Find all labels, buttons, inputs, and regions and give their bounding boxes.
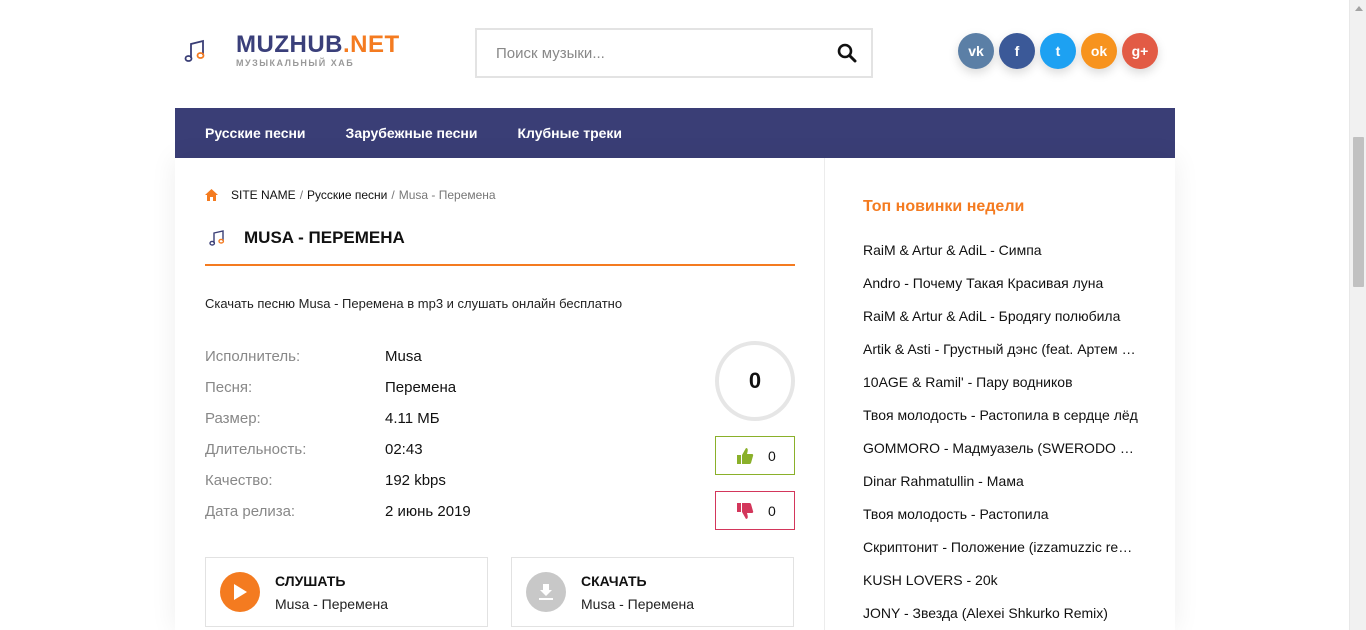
info-value: 4.11 МБ [385,410,440,427]
listen-button[interactable]: СЛУШАТЬ Musa - Перемена [205,557,488,627]
download-label: СКАЧАТЬ [581,573,647,589]
thumbs-down-icon [737,502,754,519]
home-icon[interactable] [205,189,218,201]
info-row: Исполнитель: Musa [205,348,471,379]
info-row: Песня: Перемена [205,379,471,410]
info-label: Длительность: [205,441,307,458]
facebook-icon[interactable]: f [999,33,1035,69]
list-item[interactable]: GOMMORO - Мадмуазель (SWERODO Remix) [863,440,1138,473]
music-note-icon [184,39,205,62]
like-button[interactable]: 0 [715,436,795,475]
nav-item-club-tracks[interactable]: Клубные треки [517,125,622,141]
list-item[interactable]: KUSH LOVERS - 20k [863,572,1138,605]
vk-icon[interactable]: vk [958,33,994,69]
list-item[interactable]: Скриптонит - Положение (izzamuzzic remix… [863,539,1138,572]
song-title-row: MUSA - ПЕРЕМЕНА [205,228,795,266]
logo-tld: .NET [342,31,400,58]
scroll-up-icon[interactable] [1350,0,1366,17]
site-header: MUZHUB.NET МУЗЫКАЛЬНЫЙ ХАБ vk f t ok g+ [175,0,1175,108]
search-box [475,28,873,78]
list-item[interactable]: Твоя молодость - Растопила [863,506,1138,539]
play-icon [220,572,260,612]
song-info: Исполнитель: Musa Песня: Перемена Размер: 4… [205,348,471,534]
search-input[interactable] [477,30,817,76]
breadcrumb-separator: / [391,188,395,202]
listen-label: СЛУШАТЬ [275,573,346,589]
dislike-count: 0 [768,502,776,519]
thumbs-up-icon [737,447,754,464]
info-label: Песня: [205,379,253,396]
song-description: Скачать песню Musa - Перемена в mp3 и сл… [205,296,623,311]
download-icon [526,572,566,612]
download-button[interactable]: СКАЧАТЬ Musa - Перемена [511,557,794,627]
logo-subtitle: МУЗЫКАЛЬНЫЙ ХАБ [236,58,355,68]
info-value: 02:43 [385,441,423,458]
list-item[interactable]: JONY - Звезда (Alexei Shkurko Remix) [863,605,1138,630]
main-nav: Русские песни Зарубежные песни Клубные т… [175,108,1175,158]
info-value: Musa [385,348,422,365]
search-icon[interactable] [837,43,857,63]
page-scrollbar[interactable] [1349,0,1366,630]
scrollbar-thumb[interactable] [1353,137,1364,287]
info-value: Перемена [385,379,457,396]
list-item[interactable]: Artik & Asti - Грустный дэнс (feat. Арте… [863,341,1138,374]
nav-item-russian-songs[interactable]: Русские песни [205,125,306,141]
info-row: Качество: 192 kbps [205,472,471,503]
list-item[interactable]: RaiM & Artur & AdiL - Бродягу полюбила [863,308,1138,341]
breadcrumb-separator: / [299,188,304,202]
info-row: Длительность: 02:43 [205,441,471,472]
info-label: Размер: [205,410,261,427]
list-item[interactable]: Dinar Rahmatullin - Мама [863,473,1138,506]
google-plus-icon[interactable]: g+ [1122,33,1158,69]
list-item[interactable]: 10AGE & Ramil' - Пару водников [863,374,1138,407]
social-links: vk f t ok g+ [958,33,1163,69]
listen-track: Musa - Перемена [275,596,389,612]
breadcrumb-site[interactable]: SITE NAME [231,188,296,202]
logo[interactable]: MUZHUB.NET МУЗЫКАЛЬНЫЙ ХАБ [182,33,400,68]
list-item[interactable]: Andro - Почему Такая Красивая луна [863,275,1138,308]
nav-item-foreign-songs[interactable]: Зарубежные песни [346,125,478,141]
info-row: Размер: 4.11 МБ [205,410,471,441]
info-label: Качество: [205,472,273,489]
breadcrumb: SITE NAME / Русские песни / Musa - Перем… [205,188,496,202]
download-track: Musa - Перемена [581,596,695,612]
odnoklassniki-icon[interactable]: ok [1081,33,1117,69]
top-tracks-list: RaiM & Artur & AdiL - Симпа Andro - Поче… [863,242,1138,630]
info-value: 192 kbps [385,472,446,489]
info-row: Дата релиза: 2 июнь 2019 [205,503,471,534]
info-label: Исполнитель: [205,348,301,365]
list-item[interactable]: RaiM & Artur & AdiL - Симпа [863,242,1138,275]
logo-title: MUZHUB.NET [236,31,400,58]
info-value: 2 июнь 2019 [385,503,471,520]
main-container: SITE NAME / Русские песни / Musa - Перем… [175,158,1175,630]
page-title: MUSA - ПЕРЕМЕНА [244,228,405,247]
dislike-button[interactable]: 0 [715,491,795,530]
sidebar-title: Топ новинки недели [863,198,1025,215]
like-count: 0 [768,447,776,464]
info-label: Дата релиза: [205,503,296,520]
sidebar: Топ новинки недели RaiM & Artur & AdiL -… [826,158,1175,630]
list-item[interactable]: Твоя молодость - Растопила в сердце лёд [863,407,1138,440]
rating-score: 0 [715,341,795,421]
twitter-icon[interactable]: t [1040,33,1076,69]
song-content: SITE NAME / Русские песни / Musa - Перем… [175,158,825,630]
breadcrumb-category[interactable]: Русские песни [307,188,387,202]
music-note-icon [209,230,225,246]
breadcrumb-current: Musa - Перемена [398,188,496,202]
